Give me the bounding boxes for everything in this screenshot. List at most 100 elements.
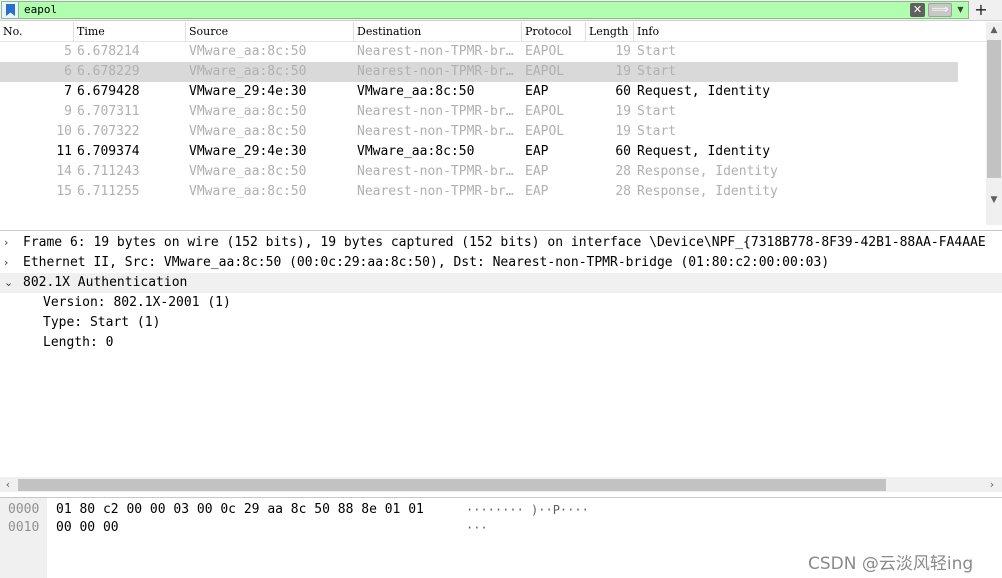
packet-no: 6 — [64, 64, 72, 79]
tree-item-label: 802.1X Authentication — [23, 275, 188, 290]
packet-source: VMware_29:4e:30 — [189, 144, 307, 159]
clear-filter-button[interactable]: ✕ — [910, 3, 925, 17]
details-horizontal-scrollbar[interactable]: ‹ › — [0, 477, 1002, 492]
tree-item-8021x[interactable]: ⌄ 802.1X Authentication — [0, 273, 1002, 293]
packet-info: Response, Identity — [637, 184, 778, 199]
packet-protocol: EAP — [525, 184, 549, 199]
byte-offset: 0000 — [8, 502, 40, 517]
packet-info: Start — [637, 124, 677, 139]
filter-history-dropdown-button[interactable]: ▼ — [954, 3, 967, 17]
packet-protocol: EAP — [525, 164, 549, 179]
apply-filter-button[interactable]: ⟹ — [928, 3, 952, 17]
packet-list-header: No. Time Source Destination Protocol Len… — [0, 22, 986, 42]
tree-item-label: Version: 802.1X-2001 (1) — [43, 295, 231, 310]
packet-row[interactable]: 7 6.679428 VMware_29:4e:30 VMware_aa:8c:… — [0, 82, 958, 102]
packet-info: Request, Identity — [637, 144, 771, 159]
packet-source: VMware_aa:8c:50 — [189, 124, 307, 139]
packet-row[interactable]: 5 6.678214 VMware_aa:8c:50 Nearest-non-T… — [0, 42, 958, 62]
packet-length: 28 — [615, 164, 631, 179]
packet-source: VMware_aa:8c:50 — [189, 44, 307, 59]
packet-protocol: EAPOL — [525, 124, 565, 139]
byte-hex[interactable]: 00 00 00 — [56, 519, 119, 537]
packet-row[interactable]: 9 6.707311 VMware_aa:8c:50 Nearest-non-T… — [0, 102, 958, 122]
packet-info: Start — [637, 104, 677, 119]
tree-item-type[interactable]: Type: Start (1) — [0, 313, 1002, 333]
packet-no: 9 — [64, 104, 72, 119]
packet-destination: Nearest-non-TPMR-br… — [357, 104, 514, 119]
scroll-right-icon[interactable]: › — [984, 477, 1000, 492]
byte-ascii[interactable]: ········ )··P···· — [466, 501, 589, 519]
scrollbar-thumb[interactable] — [18, 479, 886, 491]
csdn-watermark: CSDN @云淡风轻ing — [808, 554, 974, 574]
packet-time: 6.711243 — [77, 164, 140, 179]
expand-chevron-icon[interactable]: › — [4, 253, 16, 273]
column-header-source[interactable]: Source — [186, 22, 354, 42]
display-filter-toolbar: eapol ✕ ⟹ ▼ + — [0, 0, 1002, 21]
packet-source: VMware_29:4e:30 — [189, 84, 307, 99]
scroll-left-icon[interactable]: ‹ — [0, 477, 16, 492]
column-header-info[interactable]: Info — [634, 22, 986, 42]
packet-time: 6.707322 — [77, 124, 140, 139]
tree-item-frame[interactable]: › Frame 6: 19 bytes on wire (152 bits), … — [0, 233, 1002, 253]
packet-time: 6.678214 — [77, 44, 140, 59]
packet-destination: Nearest-non-TPMR-br… — [357, 44, 514, 59]
packet-length: 19 — [615, 104, 631, 119]
column-header-destination[interactable]: Destination — [354, 22, 522, 42]
packet-protocol: EAPOL — [525, 104, 565, 119]
tree-item-label: Frame 6: 19 bytes on wire (152 bits), 19… — [23, 235, 986, 250]
column-header-time[interactable]: Time — [74, 22, 186, 42]
packet-destination: VMware_aa:8c:50 — [357, 84, 475, 99]
packet-length: 19 — [615, 44, 631, 59]
packet-row[interactable]: 15 6.711255 VMware_aa:8c:50 Nearest-non-… — [0, 182, 958, 202]
packet-row[interactable]: 10 6.707322 VMware_aa:8c:50 Nearest-non-… — [0, 122, 958, 142]
packet-source: VMware_aa:8c:50 — [189, 184, 307, 199]
column-header-length[interactable]: Length — [586, 22, 634, 42]
add-filter-button[interactable]: + — [972, 0, 990, 20]
bookmark-icon — [6, 4, 15, 16]
packet-no: 15 — [56, 184, 72, 199]
tree-item-label: Ethernet II, Src: VMware_aa:8c:50 (00:0c… — [23, 255, 830, 270]
tree-item-label: Length: 0 — [43, 335, 114, 350]
packet-row[interactable]: 11 6.709374 VMware_29:4e:30 VMware_aa:8c… — [0, 142, 958, 162]
packet-time: 6.707311 — [77, 104, 140, 119]
column-header-protocol[interactable]: Protocol — [522, 22, 586, 42]
packet-info: Response, Identity — [637, 164, 778, 179]
scrollbar-thumb[interactable] — [987, 40, 1001, 178]
packet-time: 6.709374 — [77, 144, 140, 159]
tree-item-length[interactable]: Length: 0 — [0, 333, 1002, 353]
byte-ascii[interactable]: ··· — [466, 519, 488, 537]
packet-row-selected[interactable]: 6 6.678229 VMware_aa:8c:50 Nearest-non-T… — [0, 62, 958, 82]
packet-length: 60 — [615, 84, 631, 99]
packet-info: Request, Identity — [637, 84, 771, 99]
scroll-down-icon[interactable]: ▼ — [986, 192, 1002, 208]
packet-protocol: EAPOL — [525, 44, 565, 59]
packet-info: Start — [637, 64, 677, 79]
display-filter-box: eapol ✕ ⟹ ▼ — [1, 1, 969, 19]
packet-source: VMware_aa:8c:50 — [189, 164, 307, 179]
filter-bookmark-button[interactable] — [2, 2, 19, 18]
packet-protocol: EAP — [525, 84, 549, 99]
packet-no: 5 — [64, 44, 72, 59]
packet-destination: Nearest-non-TPMR-br… — [357, 64, 514, 79]
packet-details-pane: › Frame 6: 19 bytes on wire (152 bits), … — [0, 230, 1002, 492]
packet-info: Start — [637, 44, 677, 59]
collapse-chevron-icon[interactable]: ⌄ — [4, 273, 16, 293]
packet-length: 19 — [615, 64, 631, 79]
packet-no: 10 — [56, 124, 72, 139]
packet-source: VMware_aa:8c:50 — [189, 64, 307, 79]
packet-no: 14 — [56, 164, 72, 179]
packet-destination: Nearest-non-TPMR-br… — [357, 124, 514, 139]
packet-row[interactable]: 14 6.711243 VMware_aa:8c:50 Nearest-non-… — [0, 162, 958, 182]
packet-time: 6.711255 — [77, 184, 140, 199]
column-header-no[interactable]: No. — [0, 22, 74, 42]
byte-offset: 0010 — [8, 520, 40, 535]
expand-chevron-icon[interactable]: › — [4, 233, 16, 253]
tree-item-ethernet[interactable]: › Ethernet II, Src: VMware_aa:8c:50 (00:… — [0, 253, 1002, 273]
packet-list-vertical-scrollbar[interactable]: ▲ ▼ — [986, 22, 1002, 225]
scroll-up-icon[interactable]: ▲ — [986, 22, 1002, 38]
byte-hex[interactable]: 01 80 c2 00 00 03 00 0c 29 aa 8c 50 88 8… — [56, 501, 424, 519]
display-filter-input[interactable]: eapol — [24, 3, 57, 17]
tree-item-label: Type: Start (1) — [43, 315, 161, 330]
tree-item-version[interactable]: Version: 802.1X-2001 (1) — [0, 293, 1002, 313]
packet-destination: VMware_aa:8c:50 — [357, 144, 475, 159]
